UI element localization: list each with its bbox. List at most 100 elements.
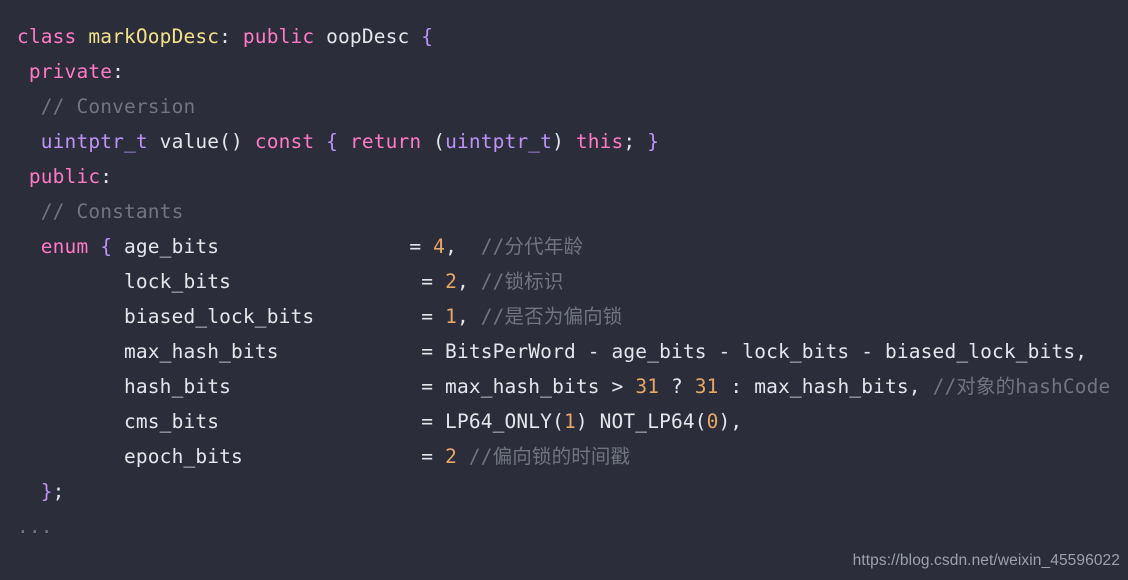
code-editor-content[interactable]: class markOopDesc: public oopDesc { priv… <box>0 0 1128 540</box>
code-line: biased_lock_bits = 1, //是否为偏向锁 <box>0 299 1128 334</box>
code-token-cls: markOopDesc <box>88 25 220 48</box>
code-token-brace: { <box>421 25 434 48</box>
code-token-num: 1 <box>563 410 576 433</box>
code-token-id: : max_hash_bits, <box>718 375 933 398</box>
code-token-pun <box>17 95 41 118</box>
code-token-com: //是否为偏向锁 <box>480 305 623 328</box>
code-token-com: // Conversion <box>40 95 196 118</box>
code-token-brace: } <box>647 130 660 153</box>
code-token-id: ) NOT_LP64( <box>575 410 707 433</box>
code-line: // Constants <box>0 194 1128 229</box>
code-token-brace: { <box>100 235 125 258</box>
code-token-id: biased_lock_bits <box>124 305 315 328</box>
code-screenshot: class markOopDesc: public oopDesc { priv… <box>0 0 1128 580</box>
code-token-pun <box>457 445 469 468</box>
code-token-pun: : <box>100 165 113 188</box>
code-token-pun: ( <box>433 130 446 153</box>
code-token-pun: ? <box>659 375 695 398</box>
code-token-pun: = <box>421 305 446 328</box>
code-token-num: 1 <box>445 305 457 328</box>
code-token-pun: = <box>421 270 446 293</box>
code-token-pun: = <box>409 235 434 258</box>
code-token-pun <box>17 480 41 503</box>
watermark-url: https://blog.csdn.net/weixin_45596022 <box>852 552 1120 569</box>
code-token-id: = BitsPerWord - age_bits - lock_bits - b… <box>421 340 1088 363</box>
code-token-pun: : <box>219 25 243 48</box>
code-token-kw: const <box>254 130 327 153</box>
code-line: public: <box>0 159 1128 194</box>
code-line: }; <box>0 474 1128 509</box>
code-line: enum { age_bits = 4, //分代年龄 <box>0 229 1128 264</box>
code-token-pun <box>17 200 41 223</box>
code-token-id: age_bits <box>124 235 220 258</box>
code-token-pun <box>17 165 29 188</box>
code-line: cms_bits = LP64_ONLY(1) NOT_LP64(0), <box>0 404 1128 439</box>
code-line: hash_bits = max_hash_bits > 31 ? 31 : ma… <box>0 369 1128 404</box>
code-token-id: epoch_bits <box>124 445 243 468</box>
code-token-pun <box>219 235 409 258</box>
code-line: ... <box>0 509 1128 540</box>
code-token-id: = max_hash_bits > <box>421 375 636 398</box>
code-token-pun <box>279 340 422 363</box>
code-token-pun <box>17 235 41 258</box>
code-token-pun <box>17 130 41 153</box>
code-line: class markOopDesc: public oopDesc { <box>0 19 1128 54</box>
code-token-id: cms_bits <box>124 410 220 433</box>
code-token-kw: private <box>28 60 113 83</box>
code-token-pun: , <box>456 270 481 293</box>
code-token-id: max_hash_bits <box>124 340 279 363</box>
code-token-pun <box>17 410 124 433</box>
code-token-id: value() <box>147 130 255 153</box>
code-token-kw: enum <box>40 235 101 258</box>
code-token-com: //对象的hashCode <box>932 375 1111 398</box>
code-token-kw: public <box>28 165 101 188</box>
code-token-type: uintptr_t <box>40 130 148 153</box>
code-token-num: 4 <box>433 235 446 258</box>
code-token-kw: return <box>349 130 434 153</box>
code-token-pun: : <box>112 60 125 83</box>
code-token-id: = LP64_ONLY( <box>421 410 564 433</box>
code-line: private: <box>0 54 1128 89</box>
code-line: epoch_bits = 2 //偏向锁的时间戳 <box>0 439 1128 474</box>
code-token-num: 2 <box>445 270 457 293</box>
code-token-com: //锁标识 <box>480 270 564 293</box>
code-line: uintptr_t value() const { return (uintpt… <box>0 124 1128 159</box>
code-token-pun: , <box>456 305 481 328</box>
code-token-pun <box>17 445 124 468</box>
code-token-id: oopDesc <box>326 25 422 48</box>
code-token-num: 2 <box>445 445 457 468</box>
code-token-com: //偏向锁的时间戳 <box>468 445 631 468</box>
code-token-type: uintptr_t <box>445 130 553 153</box>
code-token-id: lock_bits <box>124 270 232 293</box>
code-line: lock_bits = 2, //锁标识 <box>0 264 1128 299</box>
code-token-pun: ; <box>52 480 65 503</box>
code-token-pun <box>17 305 124 328</box>
code-token-brace: { <box>326 130 350 153</box>
code-token-kw: this <box>575 130 624 153</box>
code-token-com: ... <box>17 515 53 538</box>
code-token-pun: ; <box>623 130 648 153</box>
code-token-com: // Constants <box>40 200 184 223</box>
code-token-pun <box>243 445 421 468</box>
code-token-pun <box>17 375 124 398</box>
code-token-com: //分代年龄 <box>480 235 584 258</box>
code-token-pun: ) <box>552 130 576 153</box>
code-token-kw: class <box>17 25 89 48</box>
code-token-kw: public <box>242 25 327 48</box>
code-token-num: 31 <box>635 375 660 398</box>
code-token-pun: ), <box>718 410 743 433</box>
code-token-id: hash_bits <box>124 375 232 398</box>
code-token-pun: = <box>421 445 446 468</box>
code-token-num: 0 <box>706 410 719 433</box>
code-token-pun <box>231 270 421 293</box>
code-token-pun <box>314 305 421 328</box>
code-token-pun <box>17 340 124 363</box>
code-token-brace: } <box>40 480 53 503</box>
code-token-pun <box>17 270 124 293</box>
code-token-pun <box>219 410 421 433</box>
code-token-pun: , <box>445 235 481 258</box>
code-token-pun <box>231 375 421 398</box>
code-line: // Conversion <box>0 89 1128 124</box>
code-token-pun <box>17 60 29 83</box>
code-line: max_hash_bits = BitsPerWord - age_bits -… <box>0 334 1128 369</box>
